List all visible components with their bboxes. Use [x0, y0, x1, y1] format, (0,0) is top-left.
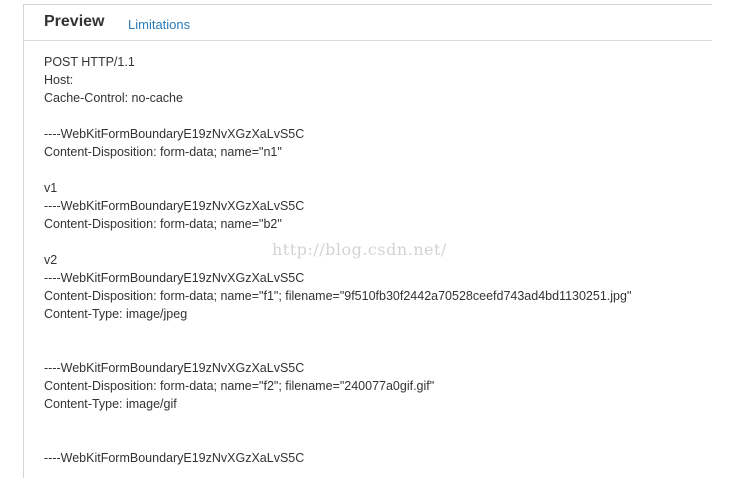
request-line: ----WebKitFormBoundaryE19zNvXGzXaLvS5C	[44, 199, 305, 213]
request-line: Content-Type: image/jpeg	[44, 307, 188, 321]
page: Preview Limitations POST HTTP/1.1 Host: …	[0, 0, 735, 478]
request-line	[44, 323, 704, 341]
request-line: ----WebKitFormBoundaryE19zNvXGzXaLvS5C	[44, 451, 305, 465]
request-line: Cache-Control: no-cache	[44, 91, 183, 105]
tab-bar: Preview Limitations	[24, 5, 712, 41]
request-line: ----WebKitFormBoundaryE19zNvXGzXaLvS5C	[44, 361, 305, 375]
request-line: v1	[44, 181, 58, 195]
request-line	[44, 233, 704, 251]
preview-panel: Preview Limitations POST HTTP/1.1 Host: …	[23, 4, 712, 478]
tab-limitations[interactable]: Limitations	[128, 17, 190, 32]
request-line: v2	[44, 253, 58, 267]
request-line: Content-Disposition: form-data; name="f2…	[44, 379, 435, 393]
request-line: Content-Disposition: form-data; name="f1…	[44, 289, 632, 303]
request-line: Content-Type: image/gif	[44, 397, 177, 411]
request-preview-body: POST HTTP/1.1 Host: Cache-Control: no-ca…	[44, 53, 704, 467]
request-line: POST HTTP/1.1	[44, 55, 135, 69]
request-line: Content-Disposition: form-data; name="b2…	[44, 217, 282, 231]
request-line	[44, 341, 704, 359]
request-line	[44, 413, 704, 431]
tab-preview[interactable]: Preview	[44, 13, 104, 31]
request-line: ----WebKitFormBoundaryE19zNvXGzXaLvS5C	[44, 271, 305, 285]
request-line	[44, 161, 704, 179]
request-line	[44, 107, 704, 125]
request-line: Content-Disposition: form-data; name="n1…	[44, 145, 282, 159]
request-line: Host:	[44, 73, 74, 87]
request-line: ----WebKitFormBoundaryE19zNvXGzXaLvS5C	[44, 127, 305, 141]
request-line	[44, 431, 704, 449]
